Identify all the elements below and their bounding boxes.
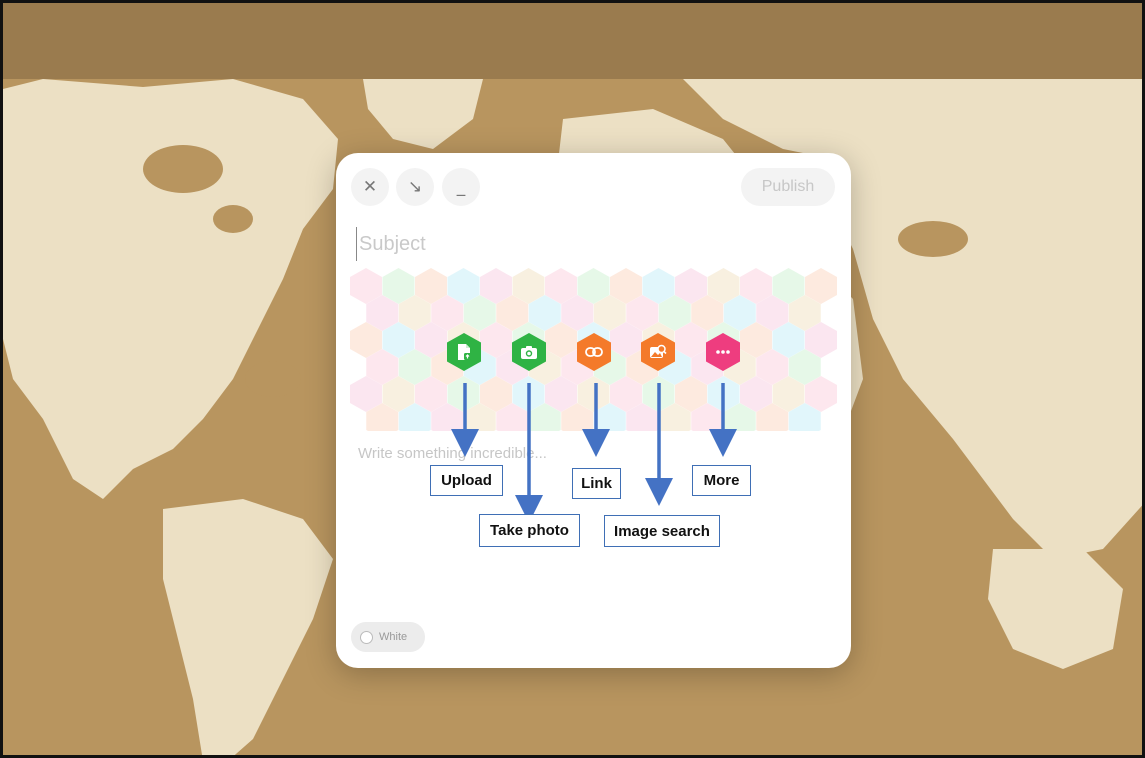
close-icon: ✕ <box>362 177 378 197</box>
color-swatch <box>360 630 373 644</box>
link-icon <box>585 347 603 357</box>
top-bar <box>3 3 1142 79</box>
more-callout: More <box>692 465 751 496</box>
minimize-icon: _ <box>456 177 466 197</box>
upload-callout: Upload <box>430 465 503 496</box>
new-post-dialog: ✕ ↘ _ Publish Subject Write something in… <box>336 153 851 668</box>
subject-input[interactable] <box>356 227 831 261</box>
minimize-button[interactable]: _ <box>442 168 480 206</box>
body-textarea[interactable] <box>356 443 830 597</box>
close-button[interactable]: ✕ <box>351 168 389 206</box>
camera-icon <box>521 346 537 359</box>
more-dots-icon <box>716 350 730 354</box>
background-color-selector[interactable]: White <box>351 622 425 652</box>
arrow-down-right-icon: ↘ <box>407 177 423 197</box>
link-callout: Link <box>572 468 621 499</box>
publish-button[interactable]: Publish <box>741 168 835 206</box>
collapse-button[interactable]: ↘ <box>396 168 434 206</box>
image-search-icon <box>650 344 667 358</box>
color-option-label: White <box>379 631 408 643</box>
image-search-callout: Image search <box>604 515 720 547</box>
upload-file-icon <box>458 344 471 360</box>
take-photo-callout: Take photo <box>479 514 580 547</box>
screen-frame: ✕ ↘ _ Publish Subject Write something in… <box>0 0 1145 758</box>
